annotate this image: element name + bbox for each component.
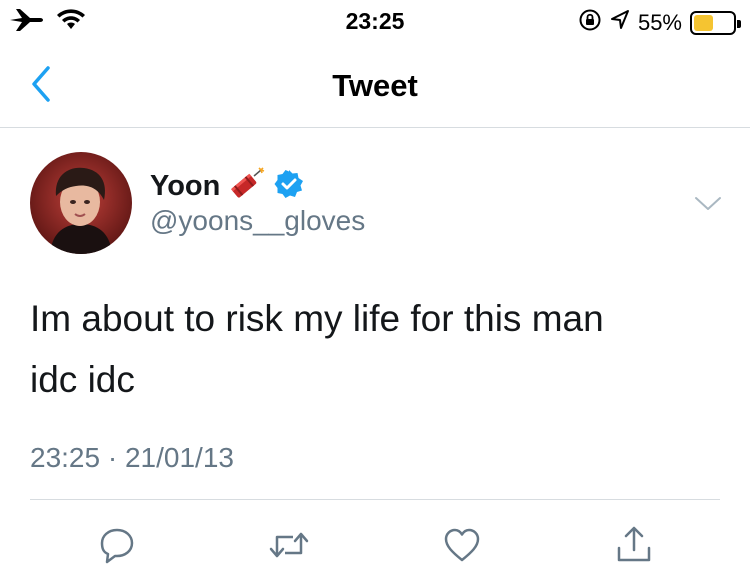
divider	[30, 499, 720, 500]
avatar[interactable]	[30, 152, 132, 254]
firecracker-icon	[228, 166, 266, 207]
reply-button[interactable]	[92, 520, 142, 570]
display-name-row: Yoon	[150, 166, 304, 207]
battery-tip	[737, 19, 741, 28]
tweet-text-line: Im about to risk my life for this man	[30, 298, 604, 339]
battery-icon	[690, 10, 741, 35]
reply-icon	[100, 528, 134, 564]
heart-icon	[444, 528, 480, 562]
tweet-actions	[0, 520, 750, 570]
retweet-button[interactable]	[264, 520, 314, 570]
tweet-date: 21/01/13	[124, 442, 234, 473]
avatar-image	[30, 152, 132, 254]
retweet-icon	[269, 532, 309, 558]
tweet-timestamp: 23:25 · 21/01/13	[30, 442, 234, 474]
tweet-text-line: idc idc	[30, 359, 135, 400]
user-handle[interactable]: @yoons__gloves	[150, 205, 365, 237]
tweet-text: Im about to risk my life for this man id…	[30, 288, 710, 410]
orientation-lock-icon	[578, 8, 602, 37]
verified-badge-icon	[274, 169, 304, 204]
display-name[interactable]: Yoon	[150, 170, 220, 203]
tweet-menu-button[interactable]	[690, 190, 726, 216]
status-bar-right: 55%	[578, 8, 741, 37]
page-title: Tweet	[332, 68, 418, 103]
tweet-time: 23:25	[30, 442, 101, 473]
chevron-down-icon	[695, 197, 721, 210]
meta-separator: ·	[107, 442, 118, 473]
location-icon	[610, 9, 630, 36]
battery-percent: 55%	[637, 9, 682, 35]
nav-bar: Tweet	[0, 44, 750, 128]
share-icon	[617, 526, 651, 562]
like-button[interactable]	[437, 520, 487, 570]
battery-level-fill	[694, 14, 714, 31]
status-bar: 23:25 55%	[0, 0, 750, 44]
share-button[interactable]	[609, 520, 659, 570]
